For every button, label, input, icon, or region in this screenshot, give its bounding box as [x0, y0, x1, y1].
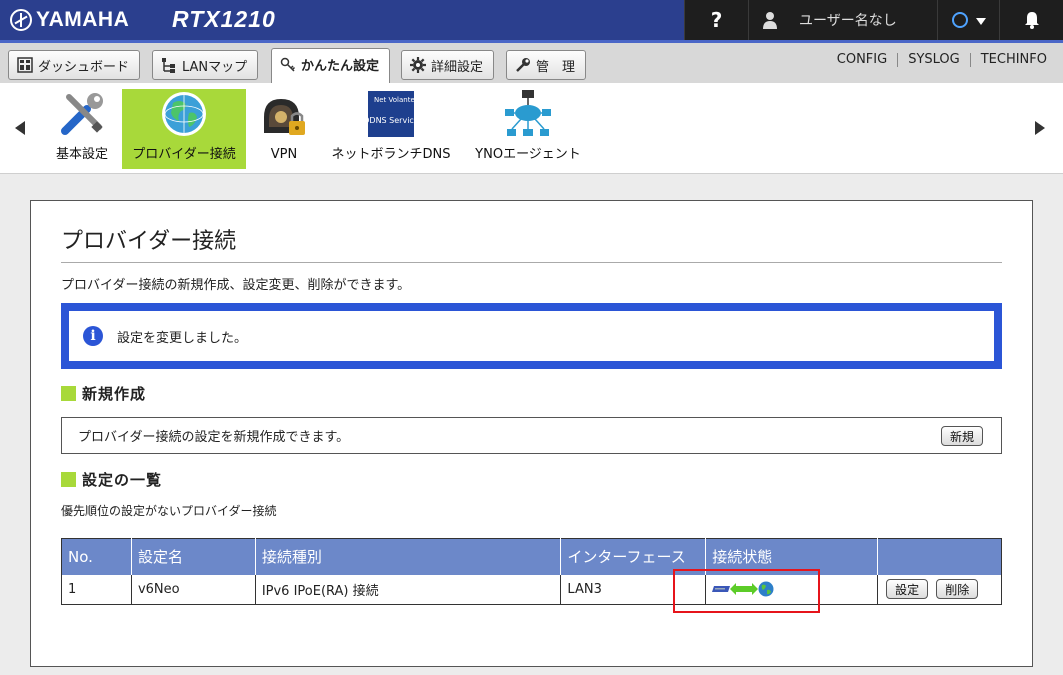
yno-network-icon	[505, 90, 551, 136]
col-no: No.	[61, 538, 132, 575]
user-menu[interactable]: ユーザー名なし	[748, 0, 937, 40]
help-button[interactable]: ?	[684, 0, 748, 40]
tab-advanced-settings[interactable]: 詳細設定	[401, 50, 495, 80]
gear-icon	[410, 57, 426, 73]
nav-right-arrow-icon[interactable]	[1035, 121, 1045, 135]
top-header: YAMAHA RTX1210 ? ユーザー名なし	[0, 0, 1063, 40]
header-tools: ? ユーザー名なし	[684, 0, 1063, 40]
cell-name: v6Neo	[130, 574, 256, 605]
content-panel: プロバイダー接続 プロバイダー接続の新規作成、設定変更、削除ができます。 i 設…	[30, 200, 1033, 667]
section-heading-text: 新規作成	[82, 385, 147, 403]
nav-label: ネットボランチDNS	[331, 147, 451, 162]
nav-item-provider-connection[interactable]: プロバイダー接続	[122, 89, 246, 169]
nav-item-yno-agent[interactable]: YNOエージェント	[470, 89, 586, 169]
lan-map-icon	[162, 58, 175, 73]
nav-label: YNOエージェント	[475, 147, 581, 162]
config-link[interactable]: CONFIG	[827, 53, 897, 67]
nav-item-vpn[interactable]: VPN	[256, 89, 312, 169]
brand-name: YAMAHA	[36, 8, 130, 31]
provider-table: No. 設定名 接続種別 インターフェース 接続状態 1 v6Neo IPv6 …	[61, 538, 1002, 605]
list-section-heading: 設定の一覧	[61, 469, 162, 490]
tab-label: 詳細設定	[431, 59, 484, 75]
easy-setup-icon	[280, 57, 296, 72]
tab-label: かんたん設定	[301, 59, 380, 74]
tab-management[interactable]: 管 理	[506, 50, 587, 80]
page-title: プロバイダー接続	[61, 223, 1002, 263]
easy-setup-nav: 基本設定 プロバイダー接続 VPN Net Volante DDNS Servi…	[0, 83, 1063, 174]
main-tab-bar: ダッシュボード LANマップ かんたん設定 詳細設定 管 理 CONFIG SY…	[0, 40, 1063, 86]
notification-button[interactable]	[999, 0, 1063, 40]
tab-lan-map[interactable]: LANマップ	[152, 50, 259, 80]
delete-button[interactable]: 削除	[936, 579, 979, 600]
table-row: 1 v6Neo IPv6 IPoE(RA) 接続 LAN3 設定 削除	[61, 574, 1002, 605]
highlight-box	[673, 569, 820, 613]
section-marker	[61, 472, 76, 487]
tab-easy-setup[interactable]: かんたん設定	[271, 48, 391, 86]
bell-icon	[1024, 12, 1039, 29]
col-actions	[877, 538, 1002, 575]
list-note: 優先順位の設定がないプロバイダー接続	[61, 504, 277, 518]
col-name: 設定名	[131, 538, 256, 575]
yamaha-logo: YAMAHA	[10, 8, 129, 32]
wrench-icon	[516, 58, 530, 72]
cell-no: 1	[61, 574, 132, 605]
tab-label: 管 理	[536, 59, 576, 75]
status-dropdown[interactable]	[937, 0, 999, 40]
dashboard-icon	[17, 57, 33, 73]
tab-dashboard[interactable]: ダッシュボード	[8, 50, 141, 80]
cell-type: IPv6 IPoE(RA) 接続	[254, 574, 562, 605]
nav-label: プロバイダー接続	[132, 147, 236, 162]
nav-label: 基本設定	[55, 147, 108, 162]
edit-button[interactable]: 設定	[886, 579, 929, 600]
user-icon	[763, 12, 777, 29]
info-icon: i	[83, 326, 103, 346]
techinfo-link[interactable]: TECHINFO	[969, 53, 1057, 67]
model-name: RTX1210	[172, 6, 276, 32]
ddns-service-icon: Net Volante DDNS Service	[366, 91, 416, 137]
ddns-badge-top: Net Volante	[374, 96, 415, 104]
new-button[interactable]: 新規	[940, 426, 983, 446]
nav-label: VPN	[270, 147, 298, 162]
yamaha-tuning-fork-icon	[10, 9, 32, 31]
nav-left-arrow-icon[interactable]	[15, 121, 25, 135]
tab-label: ダッシュボード	[38, 59, 130, 75]
tools-icon	[61, 93, 103, 135]
notice-text: 設定を変更しました。	[117, 330, 248, 346]
page-description: プロバイダー接続の新規作成、設定変更、削除ができます。	[61, 278, 411, 293]
new-section-text: プロバイダー接続の設定を新規作成できます。	[78, 430, 350, 445]
help-label: ?	[710, 8, 723, 32]
table-header-row: No. 設定名 接続種別 インターフェース 接続状態	[61, 538, 1002, 575]
user-name: ユーザー名なし	[799, 13, 897, 29]
notice-box: i 設定を変更しました。	[61, 303, 1002, 369]
nav-item-basic-settings[interactable]: 基本設定	[48, 89, 116, 169]
nav-item-netvolante-dns[interactable]: Net Volante DDNS Service ネットボランチDNS	[327, 89, 455, 169]
cell-actions: 設定 削除	[877, 574, 1002, 605]
new-section-heading: 新規作成	[61, 383, 146, 404]
col-type: 接続種別	[255, 538, 562, 575]
new-section-box: プロバイダー接続の設定を新規作成できます。 新規	[61, 417, 1002, 454]
status-ring-icon	[951, 12, 968, 28]
syslog-link[interactable]: SYSLOG	[897, 53, 970, 67]
ddns-badge-bottom: DDNS Service	[366, 116, 416, 125]
section-marker	[61, 386, 76, 401]
section-heading-text: 設定の一覧	[82, 471, 163, 489]
top-links: CONFIG SYSLOG TECHINFO	[827, 53, 1057, 67]
chevron-down-icon	[975, 17, 986, 25]
globe-icon	[162, 92, 206, 136]
vpn-lock-icon	[264, 99, 305, 135]
tab-label: LANマップ	[182, 59, 248, 75]
